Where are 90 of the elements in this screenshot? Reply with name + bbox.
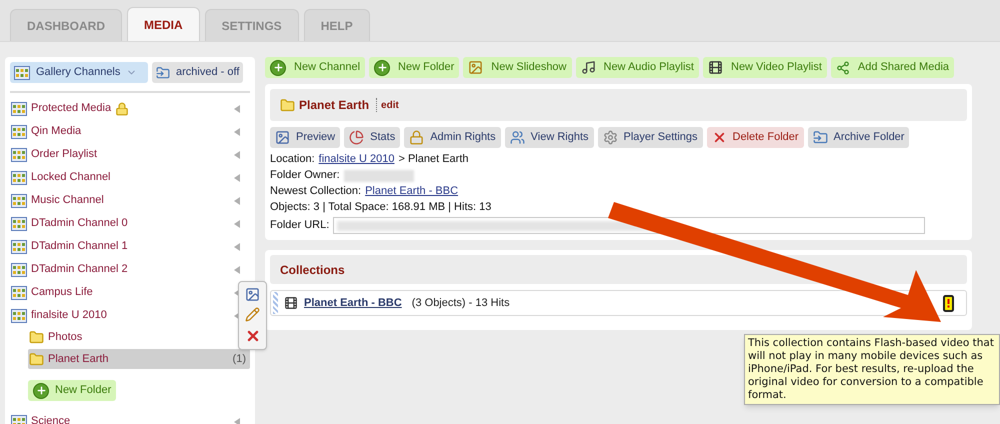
collection-info: (3 Objects) - 13 Hits — [412, 296, 510, 311]
new-folder-button[interactable]: New Folder — [28, 380, 116, 401]
folder-action-button[interactable]: Admin Rights — [404, 127, 501, 148]
archive-icon — [812, 130, 828, 145]
edit-icon[interactable] — [245, 307, 260, 322]
grid-icon — [11, 148, 27, 162]
info-label: Folder Owner: — [270, 169, 340, 182]
folder-item[interactable]: Photos — [28, 327, 250, 347]
toolbar-button[interactable]: New Channel — [265, 57, 366, 78]
grid-icon — [11, 286, 27, 300]
info-label: Folder URL: — [270, 219, 330, 232]
info-label: Location: — [270, 153, 315, 166]
info-value: > Planet Earth — [398, 153, 469, 166]
folder-action-button[interactable]: Archive Folder — [808, 127, 910, 148]
expand-arrow-icon[interactable] — [234, 128, 240, 136]
expand-arrow-icon[interactable] — [234, 418, 240, 424]
folder-icon — [29, 352, 44, 366]
grid-icon — [11, 262, 27, 276]
channel-item[interactable]: Science — [31, 413, 70, 424]
edit-link[interactable]: edit — [381, 98, 399, 112]
collection-link[interactable]: Planet Earth - BBC — [365, 185, 458, 198]
expand-arrow-icon[interactable] — [234, 104, 240, 112]
grid-icon — [11, 194, 27, 208]
image-icon — [275, 130, 290, 145]
channel-item[interactable]: Locked Channel — [31, 169, 111, 186]
pie-chart-icon — [349, 130, 364, 145]
grid-icon — [11, 240, 27, 254]
channel-item[interactable]: DTadmin Channel 2 — [31, 261, 128, 278]
grid-icon — [11, 124, 27, 138]
grid-icon — [11, 102, 27, 116]
toolbar-button[interactable]: New Video Playlist — [703, 57, 827, 78]
folder-action-button[interactable]: Preview — [270, 127, 340, 148]
toolbar-button[interactable]: New Folder — [369, 57, 460, 78]
channel-item[interactable]: finalsite U 2010 — [31, 307, 107, 324]
share-icon — [836, 60, 850, 74]
plus-icon — [33, 382, 49, 398]
music-icon — [580, 60, 596, 75]
plus-icon — [374, 60, 390, 76]
collections-title: Collections — [280, 262, 345, 278]
lock-icon — [115, 102, 130, 116]
image-icon[interactable] — [245, 286, 260, 302]
collection-row[interactable]: Planet Earth - BBC (3 Objects) - 13 Hits — [270, 290, 967, 316]
channel-item[interactable]: DTadmin Channel 1 — [31, 238, 128, 255]
grid-icon — [14, 66, 30, 80]
collection-link[interactable]: Planet Earth - BBC — [304, 294, 402, 312]
mobile-warning-icon[interactable] — [943, 294, 954, 312]
channel-item[interactable]: Protected Media — [31, 100, 112, 117]
tooltip: This collection contains Flash-based video that will not play in many mobile devices such as iPhone/iPad. For best results, re-upload the original video for conversion to a compatible format. — [744, 334, 1000, 405]
url-field[interactable] — [333, 217, 926, 234]
users-icon — [510, 130, 525, 145]
slides-icon — [468, 60, 484, 75]
channel-item[interactable]: DTadmin Channel 0 — [31, 215, 128, 232]
grid-icon — [11, 308, 27, 322]
drag-handle[interactable] — [273, 292, 278, 314]
folder-action-button[interactable]: Player Settings — [598, 127, 702, 148]
folder-action-button[interactable]: View Rights — [504, 127, 594, 148]
expand-arrow-icon[interactable] — [234, 150, 240, 158]
channel-dropdown[interactable]: Gallery Channels — [10, 62, 148, 83]
tab[interactable]: MEDIA — [127, 7, 200, 41]
folder-action-button[interactable]: Delete Folder — [706, 127, 804, 148]
toolbar-button[interactable]: Add Shared Media — [830, 57, 954, 78]
channel-item[interactable]: Order Playlist — [31, 146, 98, 163]
channel-item[interactable]: Campus Life — [31, 284, 93, 301]
toolbar-button[interactable]: New Audio Playlist — [576, 57, 699, 78]
folder-icon — [280, 98, 295, 112]
film-icon — [284, 296, 298, 310]
archived-toggle[interactable]: archived - off — [152, 62, 244, 83]
expand-arrow-icon[interactable] — [234, 266, 240, 274]
expand-arrow-icon[interactable] — [234, 220, 240, 228]
expand-arrow-icon[interactable] — [234, 242, 240, 250]
toolbar-button[interactable]: New Slideshow — [463, 57, 572, 78]
film-icon — [708, 60, 723, 75]
folder-item[interactable]: Planet Earth (1) — [28, 349, 250, 369]
redacted-text — [344, 170, 414, 182]
folder-icon — [29, 330, 44, 344]
folder-stats: Objects: 3 | Total Space: 168.91 MB | Hits: 13 — [270, 201, 492, 213]
expand-arrow-icon[interactable] — [234, 174, 240, 182]
gear-icon — [602, 130, 618, 145]
channel-item[interactable]: Music Channel — [31, 192, 104, 209]
info-label: Newest Collection: — [270, 185, 362, 198]
expand-arrow-icon[interactable] — [234, 196, 240, 204]
folder-title: Planet Earth — [299, 97, 370, 114]
channel-item[interactable]: Qin Media — [31, 123, 82, 140]
location-link[interactable]: finalsite U 2010 — [318, 153, 394, 166]
plus-icon — [270, 60, 286, 76]
lock-icon — [409, 130, 424, 145]
grid-icon — [11, 216, 27, 230]
grid-icon — [11, 170, 27, 184]
folder-action-button[interactable]: Stats — [344, 127, 400, 148]
archive-icon — [156, 66, 170, 80]
